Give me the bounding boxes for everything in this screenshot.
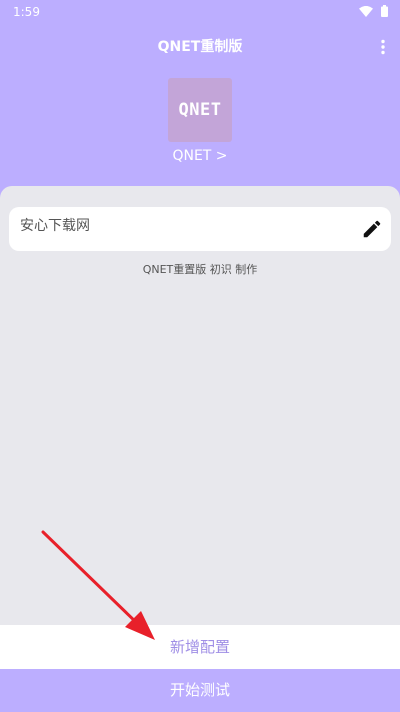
config-card[interactable]: 安心下载网 bbox=[9, 207, 391, 251]
status-icons bbox=[359, 5, 388, 17]
wifi-icon bbox=[359, 5, 373, 17]
pencil-icon[interactable] bbox=[361, 218, 383, 240]
credits-text: QNET重置版 初识 制作 bbox=[142, 263, 258, 276]
app-title: QNET重制版 bbox=[157, 39, 243, 55]
logo-text: QNET bbox=[178, 100, 222, 120]
content-panel: 安心下载网 QNET重置版 初识 制作 bbox=[0, 186, 400, 626]
app-logo[interactable]: QNET bbox=[168, 78, 232, 142]
config-name: 安心下载网 bbox=[20, 218, 90, 234]
status-time: 1:59 bbox=[13, 5, 40, 19]
start-test-button[interactable]: 开始测试 bbox=[0, 669, 400, 712]
status-bar: 1:59 bbox=[0, 0, 400, 24]
logo-link[interactable]: QNET > bbox=[0, 148, 400, 164]
add-config-button[interactable]: 新增配置 bbox=[0, 625, 400, 669]
battery-icon bbox=[381, 5, 388, 17]
more-vert-icon[interactable] bbox=[380, 39, 386, 55]
app-bar: QNET重制版 bbox=[0, 24, 400, 68]
